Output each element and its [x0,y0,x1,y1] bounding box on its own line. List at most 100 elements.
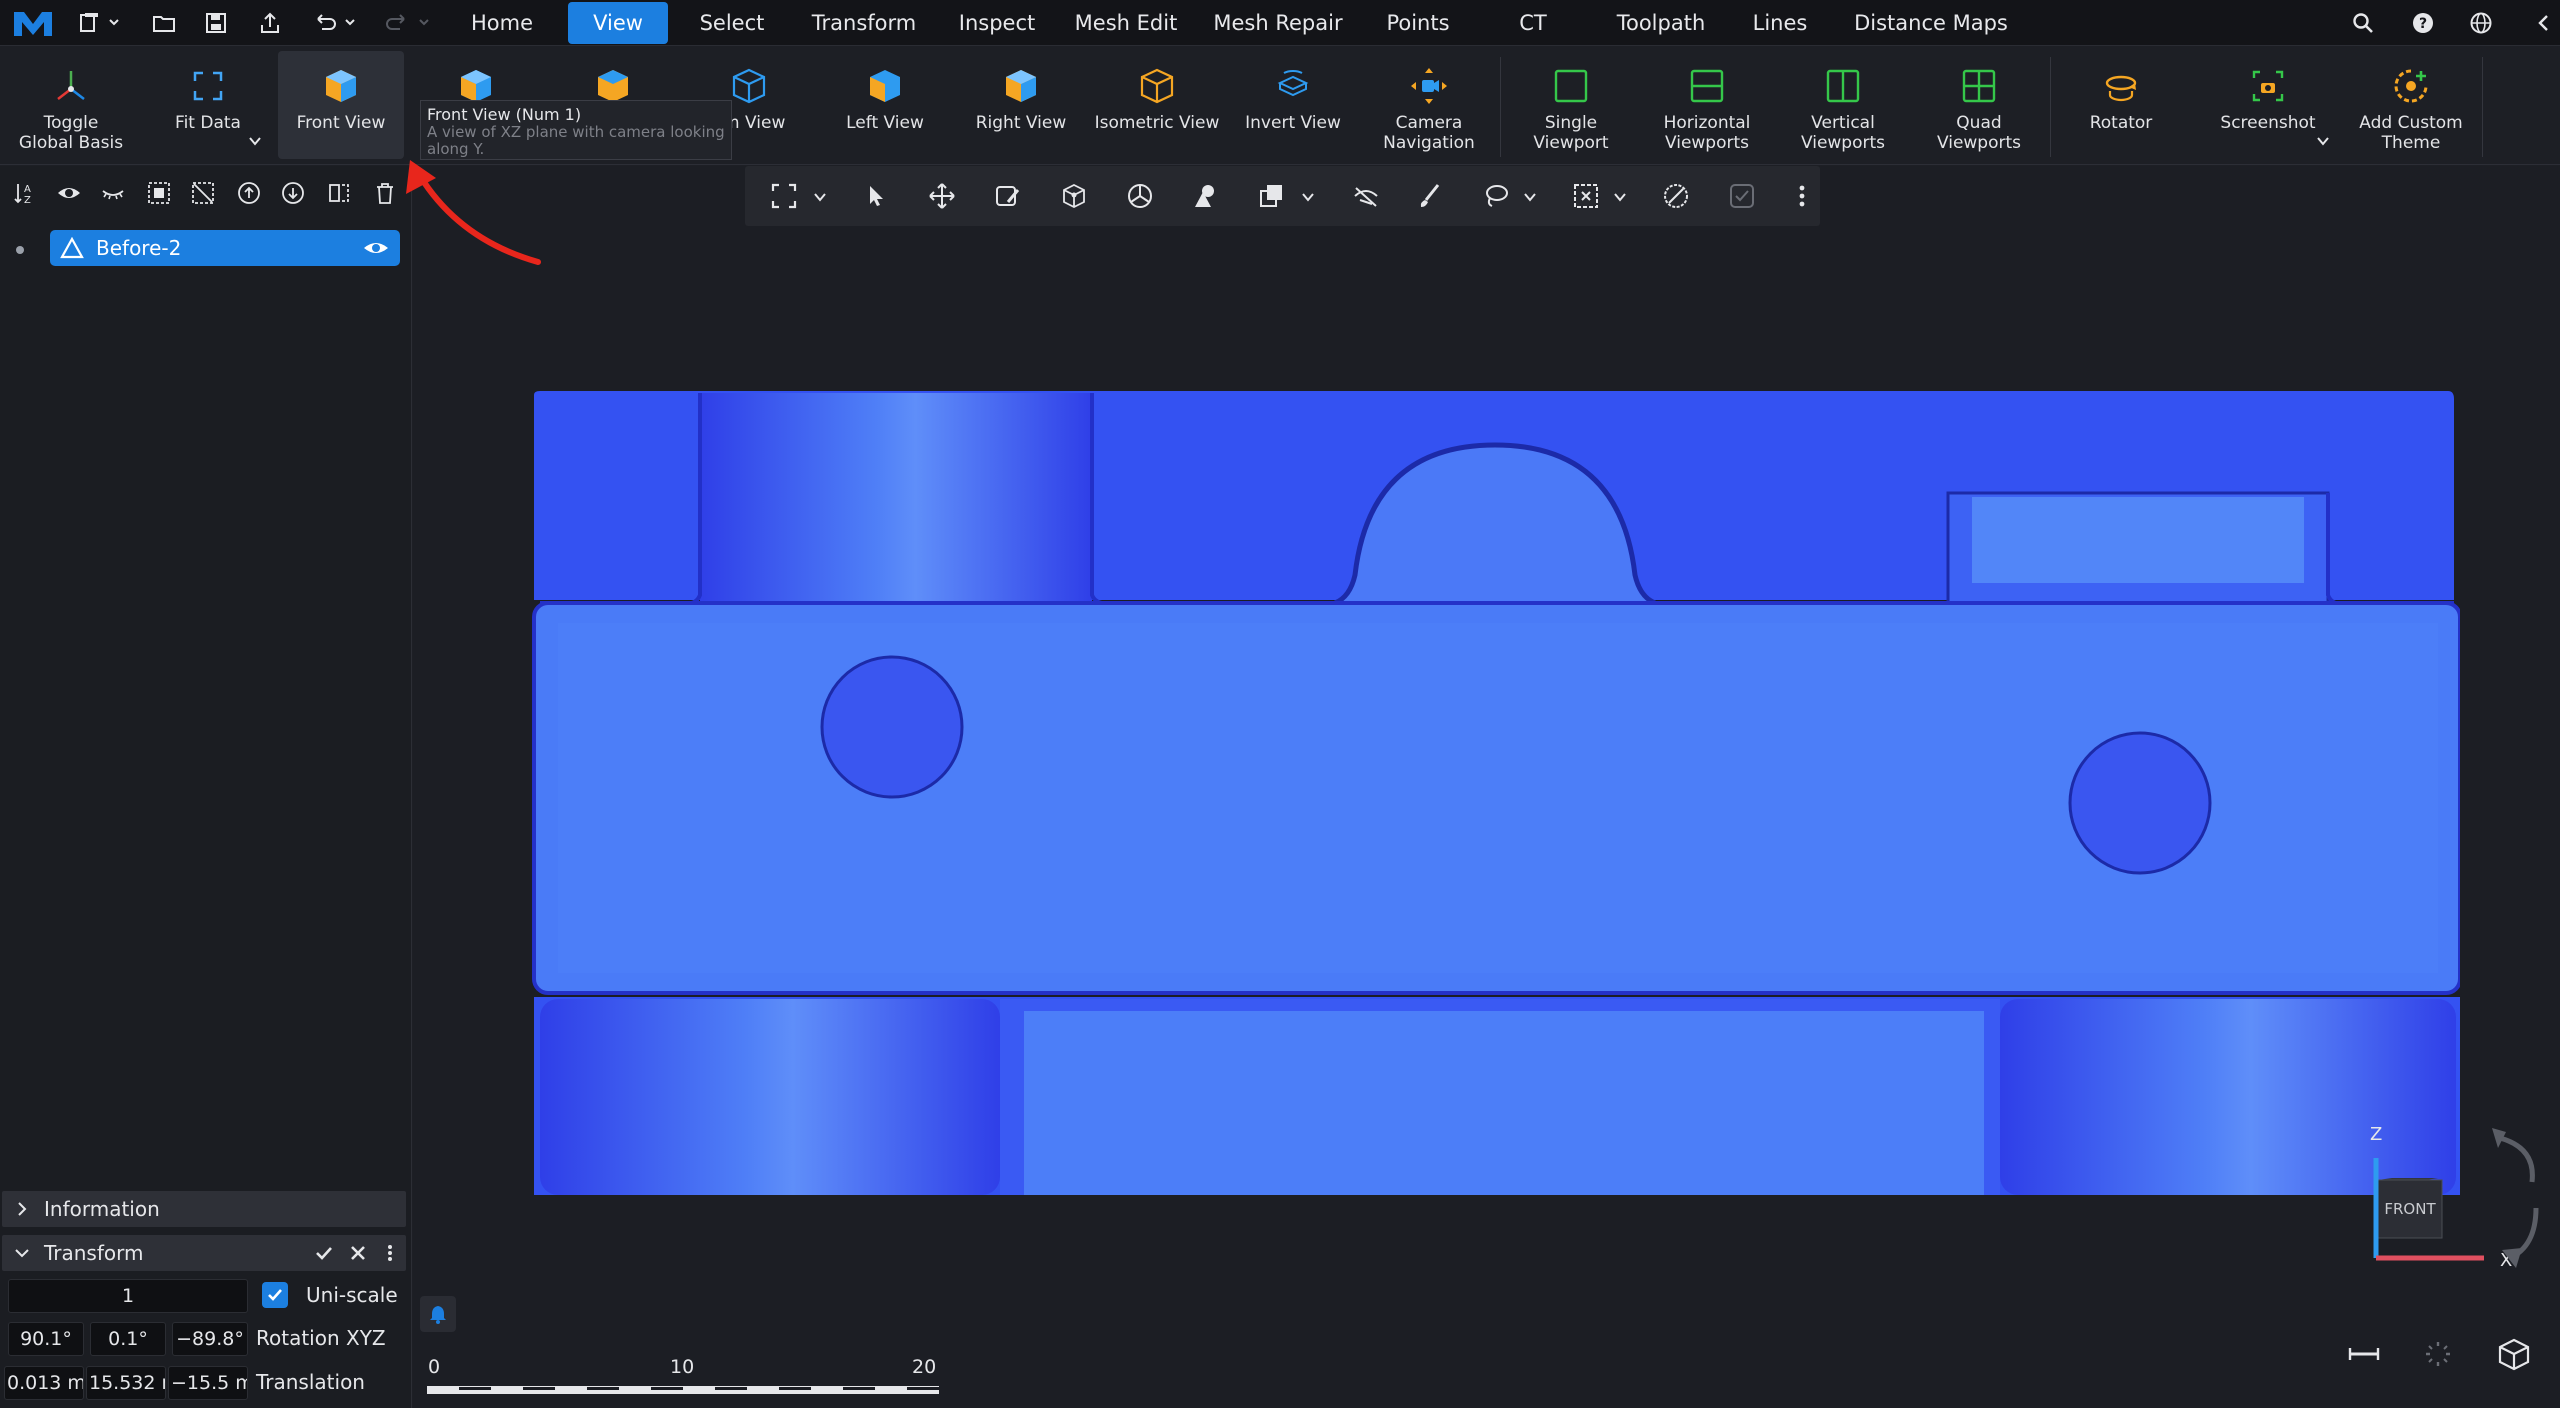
camera-navigation-icon [1407,65,1451,107]
hide-faces-icon[interactable] [1351,181,1381,211]
toggle-global-basis-button[interactable]: Toggle Global Basis [6,51,136,159]
tab-distance-maps[interactable]: Distance Maps [1850,0,2012,46]
flip-icon[interactable] [322,176,356,210]
tab-home[interactable]: Home [460,0,544,46]
vertical-viewports-button[interactable]: Vertical Viewports [1780,51,1906,159]
tab-transform[interactable]: Transform [800,0,928,46]
fit-data-dropdown-icon[interactable] [248,134,262,148]
rotator-button[interactable]: Rotator [2058,51,2184,159]
translation-x-input[interactable]: 0.013 mm [4,1366,84,1400]
tab-mesh-repair[interactable]: Mesh Repair [1208,0,1348,46]
horizontal-viewports-icon [1685,65,1729,107]
globe-icon[interactable] [2466,8,2496,38]
collapse-icon[interactable] [2530,8,2556,38]
transform-section-header[interactable]: Transform [2,1235,406,1271]
information-section-header[interactable]: Information [2,1191,406,1227]
front-view-button[interactable]: Front View [278,51,404,159]
orbit-icon[interactable] [1125,181,1155,211]
invert-view-button[interactable]: Invert View [1230,51,1356,159]
horizontal-viewports-button[interactable]: Horizontal Viewports [1644,51,1770,159]
help-icon[interactable]: ? [2408,8,2438,38]
isometric-view-button[interactable]: Isometric View [1094,51,1220,159]
lasso-dropdown-icon[interactable] [1523,190,1537,204]
axes-icon [49,65,93,107]
undo-dropdown-icon[interactable] [344,16,356,28]
disable-icon[interactable] [1661,181,1691,211]
add-custom-theme-button[interactable]: Add Custom Theme [2348,51,2474,159]
box-deselect-icon[interactable] [1571,181,1601,211]
svg-text:?: ? [2419,16,2427,32]
fit-data-icon [186,65,230,107]
scale-input[interactable]: 1 [8,1279,248,1313]
save-icon[interactable] [200,8,232,38]
edit-shape-icon[interactable] [993,181,1023,211]
move-up-icon[interactable] [232,176,266,210]
select-all-icon[interactable] [142,176,176,210]
confirm-check-icon[interactable] [1727,181,1757,211]
tab-ct[interactable]: CT [1508,0,1558,46]
scene-object-before-2[interactable]: Before-2 [50,230,400,266]
transform-title: Transform [44,1241,144,1265]
cancel-x-icon[interactable] [348,1243,368,1263]
mesh-cube-icon[interactable] [1059,181,1089,211]
duplicate-icon[interactable] [1257,181,1287,211]
lasso-icon[interactable] [1481,181,1511,211]
apply-check-icon[interactable] [314,1243,334,1263]
uniscale-checkbox[interactable] [262,1282,288,1308]
focus-center-icon[interactable] [2418,1336,2458,1372]
tab-select[interactable]: Select [690,0,774,46]
fit-selection-icon[interactable] [769,181,799,211]
open-folder-icon[interactable] [148,8,180,38]
rotation-z-input[interactable]: −89.8° [172,1322,248,1356]
duplicate-dropdown-icon[interactable] [1301,190,1315,204]
move-down-icon[interactable] [276,176,310,210]
more-options-icon[interactable] [380,1243,400,1263]
hide-all-eye-icon[interactable] [96,176,130,210]
tab-view[interactable]: View [568,2,668,44]
left-view-button[interactable]: Left View [822,51,948,159]
single-viewport-icon [1549,65,1593,107]
camera-navigation-button[interactable]: Camera Navigation [1366,51,1492,159]
rotation-label: Rotation XYZ [256,1326,386,1350]
measure-ruler-icon[interactable] [2344,1336,2384,1372]
view-cube-icon[interactable] [2494,1336,2534,1372]
left-view-cube-icon [863,65,907,107]
information-title: Information [44,1197,160,1221]
box-deselect-dropdown-icon[interactable] [1613,190,1627,204]
rotation-y-input[interactable]: 0.1° [90,1322,166,1356]
pointer-icon[interactable] [861,181,891,211]
tab-mesh-edit[interactable]: Mesh Edit [1070,0,1182,46]
toolbar-more-icon[interactable] [1787,181,1817,211]
right-view-button[interactable]: Right View [958,51,1084,159]
shapes-icon[interactable] [1191,181,1221,211]
brush-icon[interactable] [1415,181,1445,211]
translation-z-input[interactable]: −15.5 mm [168,1366,248,1400]
export-icon[interactable] [254,8,286,38]
notifications-button[interactable] [420,1296,456,1332]
orientation-gizmo[interactable]: FRONT Z X [2360,1118,2550,1278]
show-all-eye-icon[interactable] [52,176,86,210]
quad-viewports-button[interactable]: Quad Viewports [1916,51,2042,159]
uniscale-label: Uni-scale [306,1283,398,1307]
redo-dropdown-icon[interactable] [418,16,430,28]
ribbon-separator [2482,57,2483,157]
search-icon[interactable] [2348,8,2378,38]
new-file-icon[interactable] [74,8,106,38]
new-file-dropdown-icon[interactable] [108,16,120,28]
sort-az-icon[interactable]: AZ [8,176,42,210]
redo-icon[interactable] [382,8,414,38]
fit-dropdown-icon[interactable] [813,190,827,204]
tab-lines[interactable]: Lines [1748,0,1812,46]
deselect-icon[interactable] [186,176,220,210]
rotation-x-input[interactable]: 90.1° [8,1322,84,1356]
single-viewport-button[interactable]: Single Viewport [1508,51,1634,159]
undo-icon[interactable] [308,8,340,38]
mesh-model-before-2[interactable] [520,385,2460,1195]
scene-object-name: Before-2 [96,236,182,260]
tab-inspect[interactable]: Inspect [950,0,1044,46]
translation-y-input[interactable]: 15.532 mm [86,1366,166,1400]
tab-points[interactable]: Points [1376,0,1460,46]
screenshot-dropdown-icon[interactable] [2316,134,2330,148]
move-arrows-icon[interactable] [927,181,957,211]
tab-toolpath[interactable]: Toolpath [1604,0,1718,46]
